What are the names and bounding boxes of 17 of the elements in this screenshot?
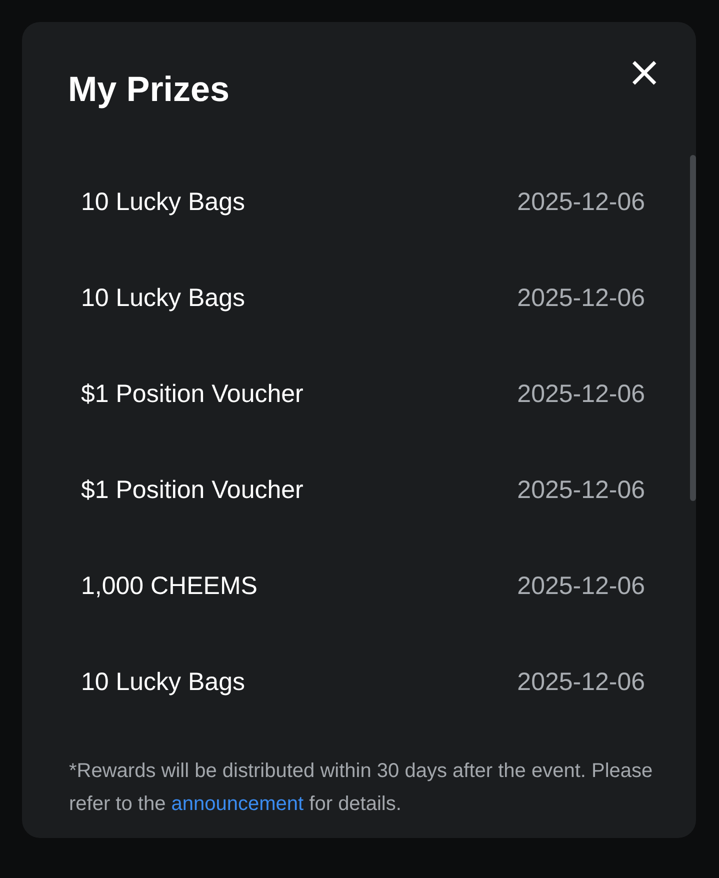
prize-date: 2025-12-06 [517,572,646,600]
prize-date: 2025-12-06 [517,476,646,504]
prize-name: 1,000 CHEEMS [81,572,258,600]
dialog-title: My Prizes [68,69,230,111]
prize-name: 10 Lucky Bags [81,188,245,216]
prize-date: 2025-12-06 [517,668,646,696]
scrollbar[interactable] [690,155,696,501]
prize-date: 2025-12-06 [517,284,646,312]
prize-name: $1 Position Voucher [81,380,304,408]
prize-name: 10 Lucky Bags [81,284,245,312]
prize-name: 10 Lucky Bags [81,668,245,696]
announcement-link[interactable]: announcement [171,793,304,815]
rewards-note: *Rewards will be distributed within 30 days after the event. Please refer to the announcement for details. [69,759,654,817]
prize-date: 2025-12-06 [517,380,646,408]
close-button[interactable]: × [622,54,666,90]
prize-name: $1 Position Voucher [81,476,304,504]
prize-date: 2025-12-06 [517,188,646,216]
